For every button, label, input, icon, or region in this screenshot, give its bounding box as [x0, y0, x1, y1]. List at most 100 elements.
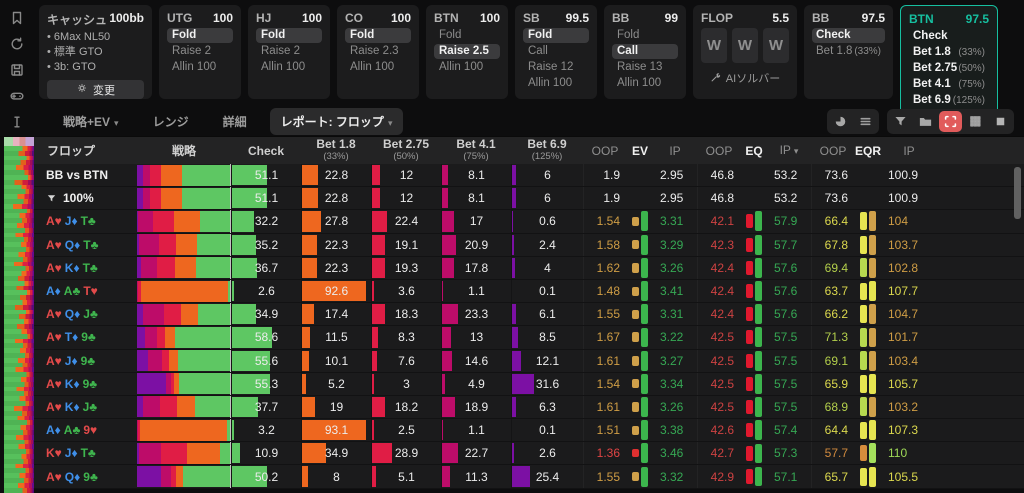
action-allin-100[interactable]: Allin 100 — [345, 60, 411, 75]
frequency-bar — [232, 211, 254, 231]
column-header-metric[interactable]: EV — [627, 145, 653, 157]
column-header-oop[interactable]: OOP — [583, 145, 627, 157]
action-frequency-cell: 32.2 — [231, 210, 301, 232]
action-fold[interactable]: Fold — [434, 28, 500, 43]
action-allin-100[interactable]: Allin 100 — [167, 60, 233, 75]
ai-solver-button[interactable]: AIソルバー — [701, 70, 789, 86]
column-header-oop[interactable]: OOP — [811, 145, 855, 157]
action-raise-13[interactable]: Raise 13 — [612, 60, 678, 75]
strategy-bar — [137, 210, 231, 232]
btn-action-bet-2-75[interactable]: Bet 2.75(50%) — [909, 61, 989, 76]
metric-chips — [741, 326, 767, 348]
list-icon[interactable] — [854, 111, 877, 132]
column-header-ip[interactable]: IP — [881, 145, 937, 157]
action-fold[interactable]: Fold — [167, 28, 233, 43]
column-header-action[interactable]: Bet 6.9(125%) — [511, 138, 583, 163]
action-raise-2[interactable]: Raise 2 — [256, 44, 322, 59]
strategy-segment — [181, 304, 197, 325]
column-header-ip[interactable]: IP▾ — [767, 144, 811, 157]
strategy-segment — [169, 350, 178, 371]
action-call[interactable]: Call — [523, 44, 589, 59]
action-raise-2-5[interactable]: Raise 2.5 — [434, 44, 500, 59]
history-icon[interactable] — [9, 36, 25, 52]
column-header-metric[interactable]: EQ — [741, 145, 767, 157]
save-icon[interactable] — [9, 62, 25, 78]
bookmark-icon[interactable] — [9, 10, 25, 26]
oop-value: 71.3 — [811, 326, 855, 348]
bb-action-bet-1-8[interactable]: Bet 1.8(33%) — [812, 44, 885, 59]
action-raise-2[interactable]: Raise 2 — [167, 44, 233, 59]
select-region-icon[interactable] — [939, 111, 962, 132]
action-call[interactable]: Call — [612, 44, 678, 59]
table-row[interactable]: A♦A♣9♥3.293.12.51.10.11.513.3842.657.464… — [34, 419, 1024, 442]
square-icon[interactable] — [989, 111, 1012, 132]
bb-action-check[interactable]: Check — [812, 28, 885, 43]
action-allin-100[interactable]: Allin 100 — [612, 76, 678, 91]
table-row[interactable]: K♥J♦T♣10.934.928.922.72.61.363.4642.757.… — [34, 442, 1024, 465]
table-row[interactable]: BB vs BTN51.122.8128.161.92.9546.853.273… — [34, 164, 1024, 187]
folder-icon[interactable] — [914, 111, 937, 132]
table-row[interactable]: A♥J♦T♣32.227.822.4170.61.543.3142.157.96… — [34, 210, 1024, 233]
table-row[interactable]: A♥J♦9♣55.610.17.614.612.11.613.2742.557.… — [34, 350, 1024, 373]
column-header-strategy[interactable]: 戦略 — [137, 145, 231, 157]
metric-chips — [627, 280, 653, 302]
column-header-flop[interactable]: フロップ — [34, 145, 137, 157]
value-chip — [860, 422, 867, 439]
chevron-down-icon[interactable]: ▾ — [794, 146, 799, 156]
column-header-ip[interactable]: IP — [653, 145, 697, 157]
btn-action-bet-6-9[interactable]: Bet 6.9(125%) — [909, 93, 989, 108]
action-allin-100[interactable]: Allin 100 — [523, 76, 589, 91]
column-header-action[interactable]: Bet 1.8(33%) — [301, 138, 371, 163]
table-row[interactable]: A♥Q♦J♣34.917.418.323.36.11.553.3142.457.… — [34, 303, 1024, 326]
action-raise-2-3[interactable]: Raise 2.3 — [345, 44, 411, 59]
pie-chart-icon[interactable] — [829, 111, 852, 132]
table-row[interactable]: 100%51.122.8128.161.92.9546.853.273.6100… — [34, 187, 1024, 210]
facedown-card: W — [701, 28, 727, 63]
column-header-oop[interactable]: OOP — [697, 145, 741, 157]
action-frequency-cell: 3.6 — [371, 280, 441, 302]
strategy-segment — [143, 188, 151, 209]
table-row[interactable]: A♥Q♦9♣50.285.111.325.41.553.3242.957.165… — [34, 465, 1024, 488]
action-fold[interactable]: Fold — [523, 28, 589, 43]
action-allin-100[interactable]: Allin 100 — [256, 60, 322, 75]
action-fold[interactable]: Fold — [612, 28, 678, 43]
value-chip — [746, 238, 753, 252]
value-chip — [869, 467, 876, 487]
tab[interactable]: レンジ — [142, 108, 200, 135]
action-label: Check — [913, 29, 948, 44]
table-row[interactable]: A♥K♦J♣37.71918.218.96.31.613.2642.557.56… — [34, 396, 1024, 419]
game-settings-panel: キャッシュ 100bb 6Max NL50 標準 GTO 3b: GTO 変更 — [39, 5, 152, 99]
metric-chips — [741, 419, 767, 441]
table-row[interactable]: A♥K♦T♣36.722.319.317.841.623.2642.457.66… — [34, 257, 1024, 280]
filter-icon[interactable] — [889, 111, 912, 132]
action-frequency-cell: 22.8 — [301, 164, 371, 186]
action-size-pct: (33%) — [958, 45, 985, 60]
column-header-metric[interactable]: EQR — [855, 145, 881, 157]
table-row[interactable]: A♥Q♦T♣35.222.319.120.92.41.583.2942.357.… — [34, 234, 1024, 257]
action-fold[interactable]: Fold — [256, 28, 322, 43]
gamepad-icon[interactable] — [9, 88, 25, 104]
tab[interactable]: 詳細 — [212, 108, 258, 135]
btn-action-bet-1-8[interactable]: Bet 1.8(33%) — [909, 45, 989, 60]
btn-action-bet-4-1[interactable]: Bet 4.1(75%) — [909, 77, 989, 92]
tab-report-flop[interactable]: レポート: フロップ▾ — [270, 108, 404, 135]
text-cursor-icon[interactable] — [9, 114, 25, 130]
value-chip — [632, 217, 639, 226]
action-raise-12[interactable]: Raise 12 — [523, 60, 589, 75]
btn-action-check[interactable]: Check — [909, 29, 989, 44]
change-settings-button[interactable]: 変更 — [47, 80, 144, 99]
frequency-bar — [442, 420, 443, 440]
tab[interactable]: 戦略+EV▾ — [52, 108, 130, 135]
column-header-action[interactable]: Bet 2.75(50%) — [371, 138, 441, 163]
ip-value: 103.2 — [881, 396, 937, 418]
ip-value: 57.6 — [767, 257, 811, 279]
action-fold[interactable]: Fold — [345, 28, 411, 43]
table-row[interactable]: A♥T♦9♣58.611.58.3138.51.673.2242.557.571… — [34, 326, 1024, 349]
vertical-scrollbar-thumb[interactable] — [1014, 167, 1021, 219]
grid-icon[interactable] — [964, 111, 987, 132]
action-allin-100[interactable]: Allin 100 — [434, 60, 500, 75]
table-row[interactable]: A♦A♣T♥2.692.63.61.10.11.483.4142.457.663… — [34, 280, 1024, 303]
table-row[interactable]: A♥K♦9♣55.35.234.931.61.543.3442.557.565.… — [34, 373, 1024, 396]
column-header-action[interactable]: Check — [231, 145, 301, 157]
column-header-action[interactable]: Bet 4.1(75%) — [441, 138, 511, 163]
